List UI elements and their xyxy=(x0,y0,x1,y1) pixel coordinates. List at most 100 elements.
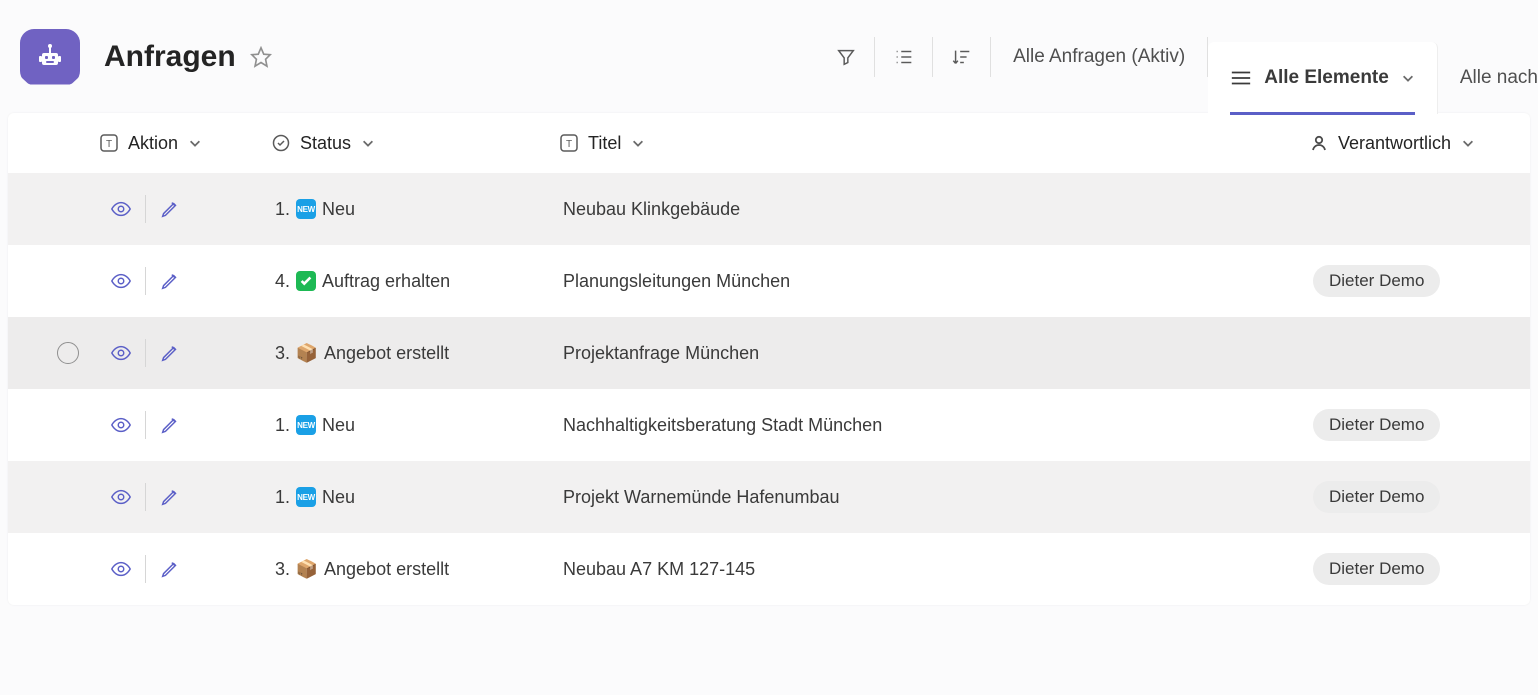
eye-icon xyxy=(110,558,132,580)
row-title[interactable]: Neubau Klinkgebäude xyxy=(563,199,740,219)
chevron-down-icon xyxy=(188,136,202,150)
tab-alle-elemente[interactable]: Alle Elemente xyxy=(1208,42,1438,114)
row-title[interactable]: Projektanfrage München xyxy=(563,343,759,363)
rows-container: 1. Neu Neubau Klinkgebäude 4.Auftrag erhalt… xyxy=(8,173,1530,605)
responsible-badge[interactable]: Dieter Demo xyxy=(1313,265,1440,297)
status-icon-neu xyxy=(296,487,316,507)
table-row[interactable]: 1. Neu Nachhaltigkeitsberatung Stadt Münch… xyxy=(8,389,1530,461)
view-button[interactable] xyxy=(103,551,139,587)
status-number: 1. xyxy=(275,199,290,220)
edit-button[interactable] xyxy=(152,191,188,227)
column-header-status[interactable]: Status xyxy=(272,133,560,154)
status-type-icon xyxy=(272,134,290,152)
column-label: Titel xyxy=(588,133,621,154)
edit-button[interactable] xyxy=(152,479,188,515)
list-container: T Aktion Status T Titel Verantwortlich 1… xyxy=(8,113,1530,605)
table-row[interactable]: 1. Neu Projekt Warnemünde Hafenumbau Dieter… xyxy=(8,461,1530,533)
toolbar: Alle Anfragen (Aktiv) Alle Elemente Alle… xyxy=(817,27,1538,87)
app-icon xyxy=(20,29,80,85)
action-separator xyxy=(145,267,146,295)
pencil-icon xyxy=(159,486,181,508)
text-type-icon: T xyxy=(100,134,118,152)
sort-button[interactable] xyxy=(933,37,991,77)
favorite-star-icon[interactable] xyxy=(250,46,272,68)
eye-icon xyxy=(110,198,132,220)
status-icon-neu xyxy=(296,199,316,219)
action-separator xyxy=(145,339,146,367)
row-title[interactable]: Nachhaltigkeitsberatung Stadt München xyxy=(563,415,882,435)
action-separator xyxy=(145,195,146,223)
eye-icon xyxy=(110,270,132,292)
robot-icon xyxy=(34,41,66,73)
eye-icon xyxy=(110,486,132,508)
column-label: Aktion xyxy=(128,133,178,154)
status-number: 1. xyxy=(275,487,290,508)
table-row[interactable]: 4.Auftrag erhaltenPlanungsleitungen Münc… xyxy=(8,245,1530,317)
chevron-down-icon xyxy=(1461,136,1475,150)
column-header-titel[interactable]: T Titel xyxy=(560,133,1310,154)
table-row[interactable]: 1. Neu Neubau Klinkgebäude xyxy=(8,173,1530,245)
status-label: Angebot erstellt xyxy=(324,559,449,580)
tab-label: Alle Elemente xyxy=(1264,67,1389,89)
view-button[interactable] xyxy=(103,191,139,227)
edit-button[interactable] xyxy=(152,263,188,299)
view-button[interactable] xyxy=(103,335,139,371)
column-label: Status xyxy=(300,133,351,154)
filter-button[interactable] xyxy=(817,37,875,77)
pencil-icon xyxy=(159,198,181,220)
svg-text:T: T xyxy=(566,139,572,150)
chevron-down-icon xyxy=(361,136,375,150)
view-filter-dropdown[interactable]: Alle Anfragen (Aktiv) xyxy=(991,37,1208,77)
pencil-icon xyxy=(159,414,181,436)
status-icon-angebot xyxy=(296,558,318,580)
status-label: Neu xyxy=(322,487,355,508)
responsible-badge[interactable]: Dieter Demo xyxy=(1313,481,1440,513)
edit-button[interactable] xyxy=(152,551,188,587)
column-header-verantwortlich[interactable]: Verantwortlich xyxy=(1310,133,1530,154)
status-icon-neu xyxy=(296,415,316,435)
view-button[interactable] xyxy=(103,407,139,443)
svg-text:T: T xyxy=(106,139,112,150)
sort-icon xyxy=(951,46,973,68)
edit-button[interactable] xyxy=(152,335,188,371)
filter-icon xyxy=(835,46,857,68)
pencil-icon xyxy=(159,558,181,580)
status-label: Auftrag erhalten xyxy=(322,271,450,292)
eye-icon xyxy=(110,414,132,436)
column-header-row: T Aktion Status T Titel Verantwortlich xyxy=(8,113,1530,173)
edit-button[interactable] xyxy=(152,407,188,443)
page-title: Anfragen xyxy=(104,40,236,74)
menu-icon xyxy=(1230,69,1252,87)
status-label: Neu xyxy=(322,415,355,436)
status-number: 3. xyxy=(275,343,290,364)
view-button[interactable] xyxy=(103,479,139,515)
status-label: Angebot erstellt xyxy=(324,343,449,364)
list-icon xyxy=(893,46,915,68)
action-separator xyxy=(145,555,146,583)
row-title[interactable]: Neubau A7 KM 127-145 xyxy=(563,559,755,579)
table-row[interactable]: 3. Angebot erstellt Projektanfrage München xyxy=(8,317,1530,389)
column-header-aktion[interactable]: T Aktion xyxy=(100,133,272,154)
status-number: 3. xyxy=(275,559,290,580)
tab-alle-nach[interactable]: Alle nach xyxy=(1438,42,1538,114)
eye-icon xyxy=(110,342,132,364)
chevron-down-icon xyxy=(1401,71,1415,85)
responsible-badge[interactable]: Dieter Demo xyxy=(1313,553,1440,585)
person-type-icon xyxy=(1310,134,1328,152)
status-label: Neu xyxy=(322,199,355,220)
view-button[interactable] xyxy=(103,263,139,299)
status-icon-angebot xyxy=(296,342,318,364)
responsible-badge[interactable]: Dieter Demo xyxy=(1313,409,1440,441)
status-icon-auftrag xyxy=(296,271,316,291)
table-row[interactable]: 3. Angebot erstellt Neubau A7 KM 127-145 Di… xyxy=(8,533,1530,605)
status-number: 1. xyxy=(275,415,290,436)
row-select-radio[interactable] xyxy=(57,342,79,364)
page-header: Anfragen Alle Anfragen (Aktiv) Alle Elem… xyxy=(0,0,1538,113)
row-title[interactable]: Projekt Warnemünde Hafenumbau xyxy=(563,487,839,507)
list-button[interactable] xyxy=(875,37,933,77)
row-title[interactable]: Planungsleitungen München xyxy=(563,271,790,291)
column-label: Verantwortlich xyxy=(1338,133,1451,154)
text-type-icon: T xyxy=(560,134,578,152)
pencil-icon xyxy=(159,342,181,364)
pencil-icon xyxy=(159,270,181,292)
